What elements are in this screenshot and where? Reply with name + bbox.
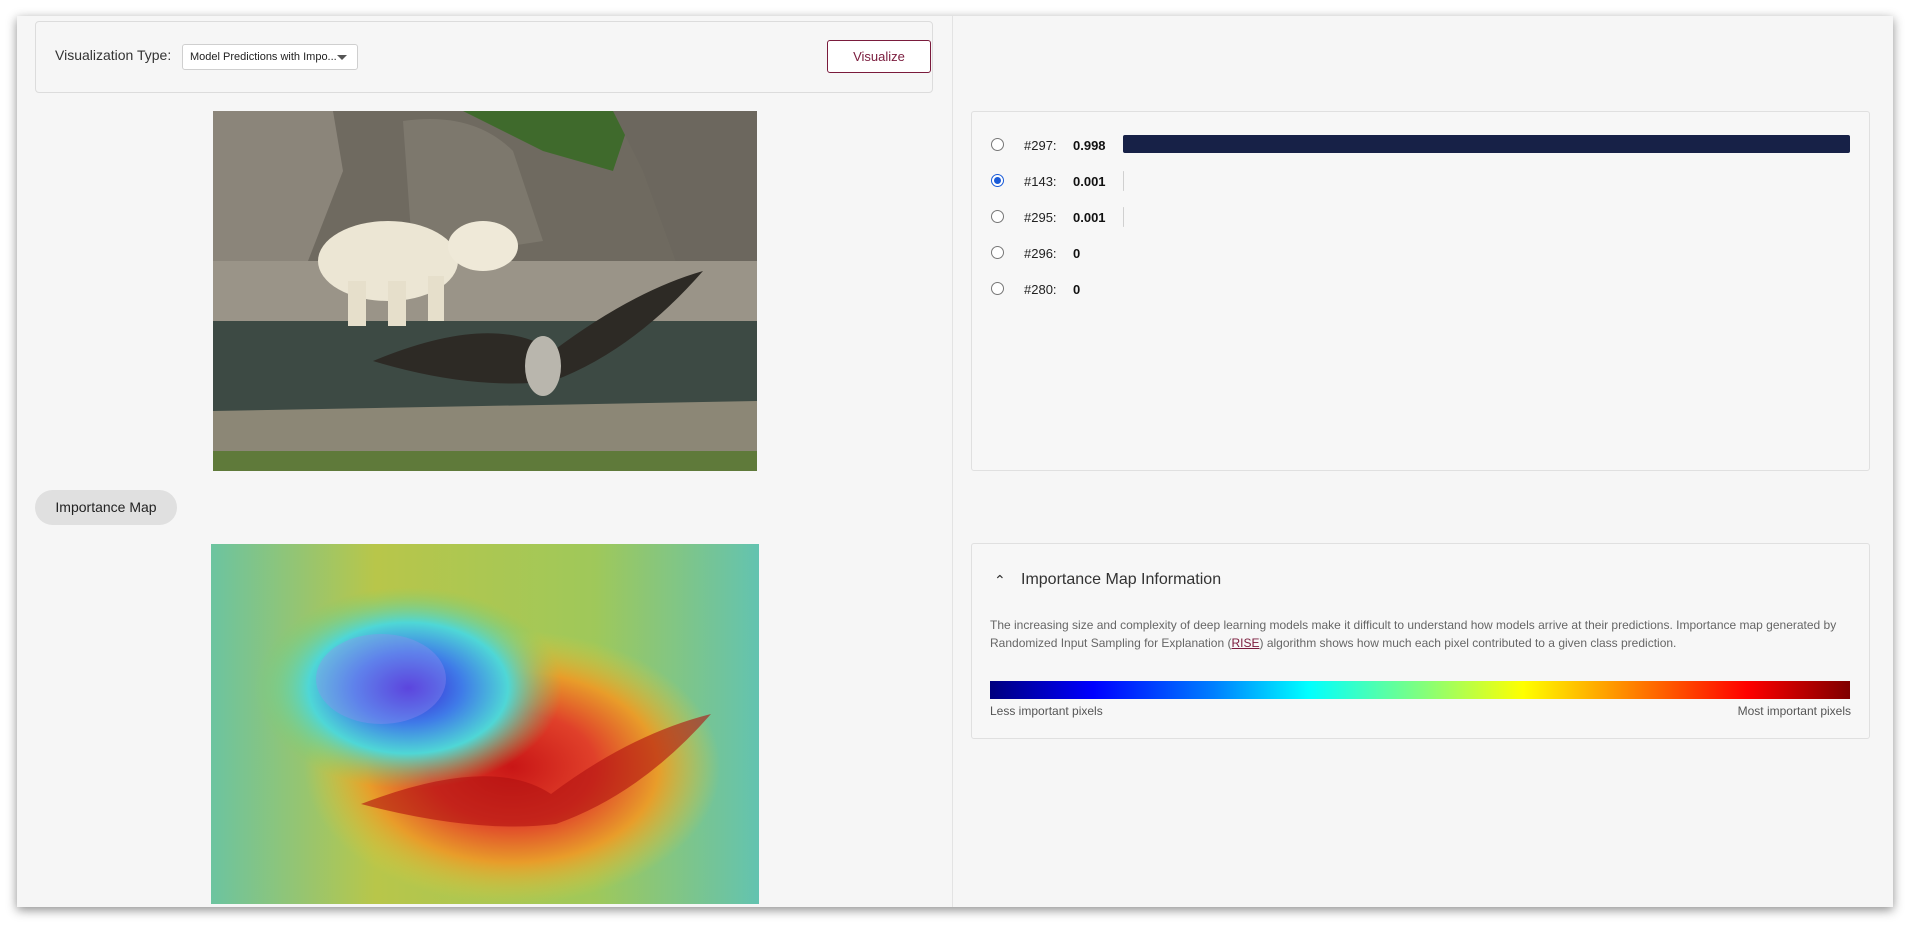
input-image: [213, 111, 757, 471]
prediction-score: 0.998: [1073, 138, 1106, 153]
prediction-class-label: #280:: [1024, 282, 1057, 297]
prediction-bar: [1123, 207, 1124, 227]
info-panel-title[interactable]: Importance Map Information: [1021, 571, 1221, 589]
prediction-bar: [1123, 135, 1850, 153]
info-panel-description: The increasing size and complexity of de…: [990, 616, 1850, 652]
importance-map-info-panel: ⌃ Importance Map Information The increas…: [971, 543, 1870, 739]
prediction-row[interactable]: #143: 0.001: [972, 168, 1869, 194]
prediction-class-label: #297:: [1024, 138, 1057, 153]
prediction-row[interactable]: #295: 0.001: [972, 204, 1869, 230]
prediction-bar-track: [1123, 207, 1851, 227]
left-panel: Visualization Type: Model Predictions wi…: [17, 16, 953, 907]
app-window: Visualization Type: Model Predictions wi…: [17, 16, 1893, 907]
prediction-score: 0: [1073, 282, 1081, 297]
prediction-bar-track: [1123, 243, 1851, 263]
caret-down-icon: [337, 55, 347, 60]
info-text-part: ) algorithm shows how much each pixel co…: [1259, 636, 1677, 650]
importance-map-image: [211, 544, 759, 904]
prediction-radio[interactable]: [991, 174, 1004, 187]
prediction-bar: [1123, 171, 1124, 191]
prediction-radio[interactable]: [991, 282, 1004, 295]
prediction-row[interactable]: #297: 0.998: [972, 132, 1869, 158]
visualize-button[interactable]: Visualize: [827, 40, 931, 73]
visualization-type-select[interactable]: Model Predictions with Impo...: [182, 44, 358, 70]
prediction-radio[interactable]: [991, 138, 1004, 151]
prediction-row[interactable]: #296: 0: [972, 240, 1869, 266]
prediction-radio[interactable]: [991, 246, 1004, 259]
colorbar-high-label: Most important pixels: [1737, 704, 1851, 718]
prediction-score: 0.001: [1073, 174, 1106, 189]
rise-link[interactable]: RISE: [1231, 636, 1259, 650]
chevron-up-icon[interactable]: ⌃: [994, 572, 1006, 589]
prediction-bar-track: [1123, 171, 1851, 191]
visualization-toolbar: Visualization Type: Model Predictions wi…: [35, 21, 933, 93]
colorbar-low-label: Less important pixels: [990, 704, 1103, 718]
prediction-bar-track: [1123, 279, 1851, 299]
visualization-type-value: Model Predictions with Impo...: [190, 51, 337, 63]
prediction-bar-track: [1123, 135, 1851, 155]
visualization-type-label: Visualization Type:: [55, 47, 172, 63]
prediction-class-label: #296:: [1024, 246, 1057, 261]
importance-colorbar: [990, 681, 1850, 699]
prediction-score: 0.001: [1073, 210, 1106, 225]
prediction-class-label: #295:: [1024, 210, 1057, 225]
predictions-panel: #297: 0.998 #143: 0.001 #295: 0.001 #296…: [971, 111, 1870, 471]
prediction-class-label: #143:: [1024, 174, 1057, 189]
importance-map-chip[interactable]: Importance Map: [35, 490, 177, 525]
prediction-score: 0: [1073, 246, 1081, 261]
prediction-radio[interactable]: [991, 210, 1004, 223]
prediction-row[interactable]: #280: 0: [972, 276, 1869, 302]
